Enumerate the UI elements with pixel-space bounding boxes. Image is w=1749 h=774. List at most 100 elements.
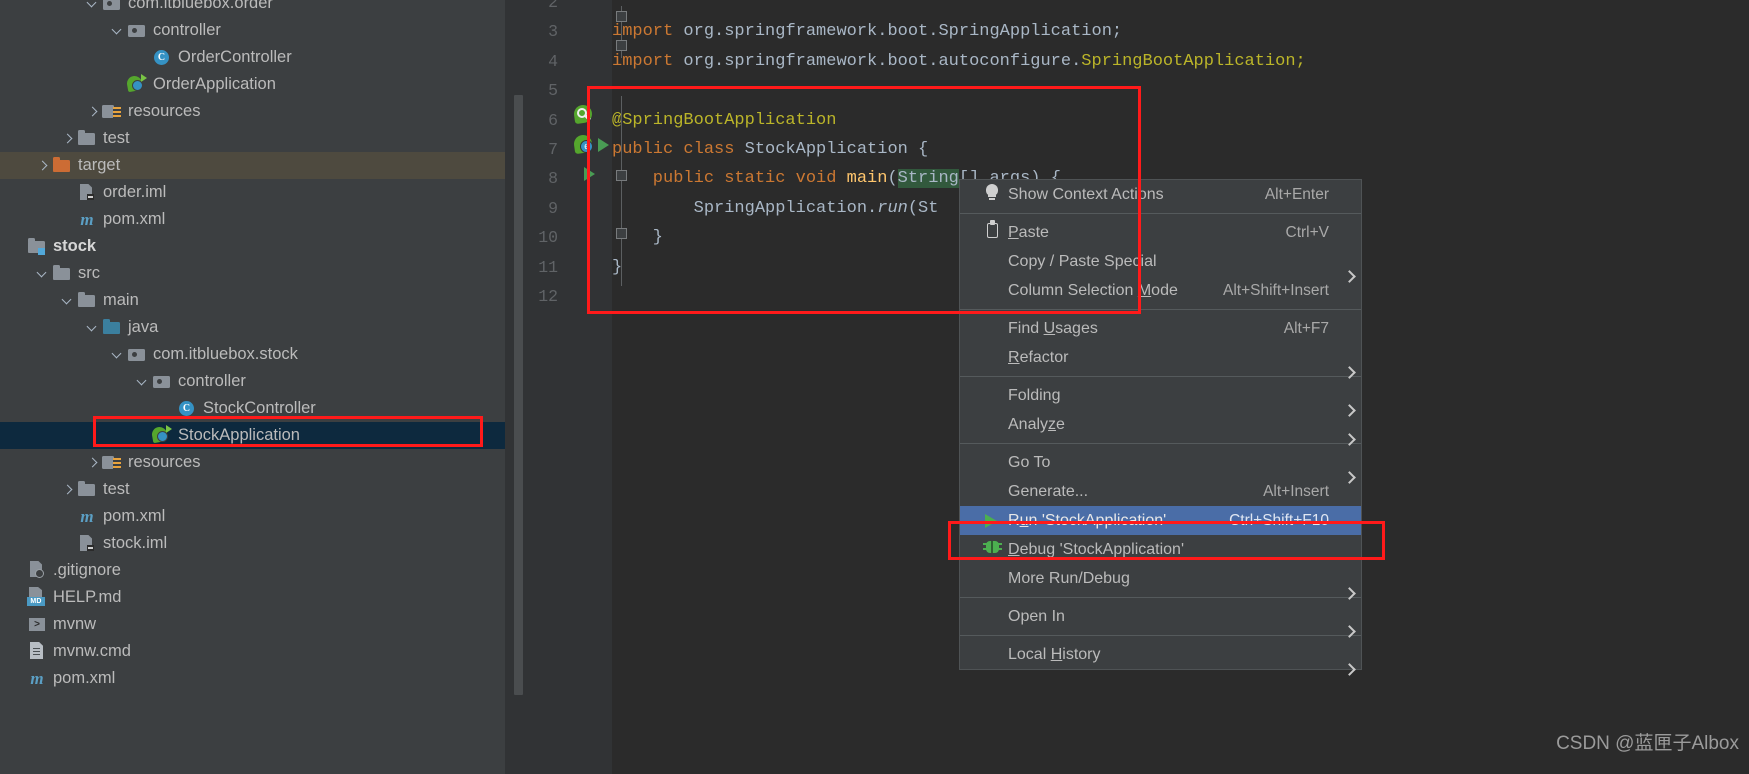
menu-item[interactable]: Show Context Actions Alt+Enter — [960, 180, 1361, 209]
spring-boot-app-icon — [150, 422, 173, 449]
tree-row-label: target — [78, 156, 121, 174]
tree-expand-arrow[interactable] — [85, 0, 101, 17]
tree-row-label: controller — [178, 372, 246, 390]
tree-expand-arrow[interactable] — [35, 152, 51, 179]
folder-icon — [51, 260, 73, 287]
menu-item[interactable]: Folding — [960, 381, 1361, 410]
tree-row[interactable]: controller — [0, 17, 505, 44]
iml-file-icon — [76, 530, 98, 557]
tree-row[interactable]: mvnw.cmd — [0, 638, 505, 665]
code-line[interactable]: import org.springframework.boot.autoconf… — [612, 47, 1306, 76]
run-gutter-icon[interactable] — [598, 138, 609, 152]
project-tree-panel[interactable]: com.itbluebox.order controller C OrderContr… — [0, 0, 505, 774]
package-icon — [126, 17, 148, 44]
tree-row[interactable]: java — [0, 314, 505, 341]
menu-item-icon-slot — [980, 276, 1008, 305]
tree-row[interactable]: controller — [0, 368, 505, 395]
menu-item[interactable]: Open In — [960, 602, 1361, 631]
menu-item-shortcut: Alt+Insert — [1263, 483, 1329, 500]
tree-row-label: stock.iml — [103, 534, 168, 552]
tree-row[interactable]: com.itbluebox.stock — [0, 341, 505, 368]
tree-expand-arrow[interactable] — [60, 125, 76, 152]
menu-item[interactable]: Copy / Paste Special — [960, 247, 1361, 276]
menu-item[interactable]: Run 'StockApplication' Ctrl+Shift+F10 — [960, 506, 1361, 535]
fold-marker[interactable] — [616, 11, 627, 22]
tree-row[interactable]: MD HELP.md — [0, 584, 505, 611]
menu-item[interactable]: Local History — [960, 640, 1361, 669]
menu-separator — [960, 443, 1361, 444]
menu-item-label: Show Context Actions — [1008, 186, 1164, 203]
tree-row-label: pom.xml — [53, 669, 116, 687]
code-line[interactable]: import org.springframework.boot.SpringAp… — [612, 17, 1122, 46]
java-class-icon: C — [151, 44, 173, 71]
tree-row[interactable]: m pom.xml — [0, 206, 505, 233]
tree-expand-arrow[interactable] — [35, 260, 51, 287]
tree-expand-arrow[interactable] — [135, 368, 151, 395]
fold-marker[interactable] — [616, 40, 627, 51]
run-icon — [985, 514, 997, 528]
menu-item-icon-slot — [980, 314, 1008, 343]
csdn-watermark: CSDN @蓝匣子Albox — [1556, 733, 1739, 754]
tree-expand-arrow[interactable] — [85, 98, 101, 125]
menu-item-icon-slot — [980, 180, 1008, 209]
editor-gutter[interactable]: 2 3 4 5 6 7 8 9 10 11 12 e — [532, 0, 612, 774]
menu-item[interactable]: Refactor — [960, 343, 1361, 372]
editor-context-menu[interactable]: Show Context Actions Alt+Enter Paste Ctrl+V… — [959, 179, 1362, 670]
resources-folder-icon — [101, 449, 123, 476]
tree-row[interactable]: > mvnw — [0, 611, 505, 638]
menu-item[interactable]: Paste Ctrl+V — [960, 218, 1361, 247]
tree-expand-arrow[interactable] — [110, 17, 126, 44]
menu-item[interactable]: Find Usages Alt+F7 — [960, 314, 1361, 343]
tree-expand-arrow[interactable] — [60, 476, 76, 503]
tree-row[interactable]: com.itbluebox.order — [0, 0, 505, 17]
java-class-icon: C — [176, 395, 198, 422]
tree-row[interactable]: main — [0, 287, 505, 314]
tree-expand-arrow[interactable] — [85, 314, 101, 341]
fold-marker[interactable] — [616, 170, 627, 181]
menu-separator — [960, 376, 1361, 377]
tree-row[interactable]: .gitignore — [0, 557, 505, 584]
fold-guide — [621, 96, 622, 286]
tree-row[interactable]: test — [0, 476, 505, 503]
menu-item-icon-slot — [980, 477, 1008, 506]
tree-row-label: OrderApplication — [153, 75, 276, 93]
tree-row-label: src — [78, 264, 100, 282]
tree-row[interactable]: src — [0, 260, 505, 287]
maven-icon: m — [80, 507, 94, 526]
spring-bean-icon[interactable]: e — [572, 133, 594, 155]
line-number: 12 — [538, 287, 558, 306]
tree-row-label: test — [103, 129, 130, 147]
tree-row[interactable]: m pom.xml — [0, 503, 505, 530]
menu-item[interactable]: Analyze — [960, 410, 1361, 439]
menu-item[interactable]: Column Selection Mode Alt+Shift+Insert — [960, 276, 1361, 305]
tree-row[interactable]: m pom.xml — [0, 665, 505, 692]
menu-item[interactable]: Generate... Alt+Insert — [960, 477, 1361, 506]
tree-row[interactable]: resources — [0, 449, 505, 476]
menu-item[interactable]: More Run/Debug — [960, 564, 1361, 593]
menu-item[interactable]: Go To — [960, 448, 1361, 477]
menu-item-shortcut: Ctrl+Shift+F10 — [1229, 512, 1329, 529]
spring-bean-search-icon[interactable] — [572, 103, 594, 125]
tree-expand-arrow[interactable] — [60, 287, 76, 314]
tree-row[interactable]: test — [0, 125, 505, 152]
tree-row[interactable]: OrderApplication — [0, 71, 505, 98]
tree-row[interactable]: target — [0, 152, 505, 179]
tree-row[interactable]: stock.iml — [0, 530, 505, 557]
tree-row[interactable]: stock — [0, 233, 505, 260]
tree-expand-arrow[interactable] — [85, 449, 101, 476]
code-line[interactable]: public class StockApplication { — [612, 135, 928, 164]
tree-row[interactable]: C StockController — [0, 395, 505, 422]
tree-expand-arrow[interactable] — [110, 341, 126, 368]
menu-item-icon-slot — [980, 218, 1008, 247]
line-number: 9 — [548, 198, 558, 218]
tree-row[interactable]: order.iml — [0, 179, 505, 206]
run-gutter-icon[interactable] — [584, 167, 595, 181]
code-line[interactable]: SpringApplication.run(St — [612, 194, 939, 223]
tree-row[interactable]: StockApplication — [0, 422, 505, 449]
code-line[interactable]: @SpringBootApplication — [612, 106, 836, 135]
menu-item-label: Debug 'StockApplication' — [1008, 541, 1184, 558]
tree-row[interactable]: C OrderController — [0, 44, 505, 71]
menu-item[interactable]: Debug 'StockApplication' — [960, 535, 1361, 564]
tree-row[interactable]: resources — [0, 98, 505, 125]
fold-marker[interactable] — [616, 228, 627, 239]
